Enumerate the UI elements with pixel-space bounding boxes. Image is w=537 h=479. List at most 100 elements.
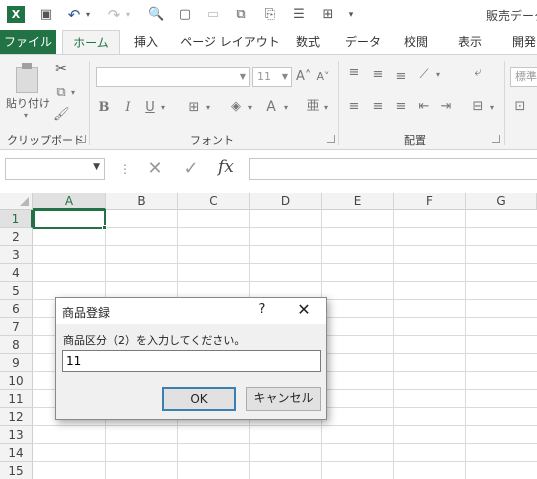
formula-bar-grip-icon[interactable]: ⋮: [119, 162, 131, 176]
font-color-dropdown-icon[interactable]: ▾: [282, 100, 290, 116]
fill-color-dropdown-icon[interactable]: ▾: [246, 100, 254, 116]
row-header-4[interactable]: 4: [0, 264, 33, 282]
column-header-a[interactable]: A: [33, 193, 106, 210]
font-launcher-icon[interactable]: [327, 135, 335, 143]
copy-icon[interactable]: ⧉: [53, 85, 69, 101]
currency-format-icon[interactable]: ⊡: [512, 99, 528, 115]
column-header-f[interactable]: F: [394, 193, 466, 210]
column-header-d[interactable]: D: [250, 193, 322, 210]
cancel-button[interactable]: キャンセル: [246, 387, 321, 411]
group-divider: [338, 61, 339, 145]
confirm-entry-icon[interactable]: ✓: [180, 158, 202, 180]
active-cell-a1[interactable]: [33, 209, 106, 229]
decrease-indent-icon[interactable]: ⇤: [416, 99, 432, 115]
row-header-5[interactable]: 5: [0, 282, 33, 300]
help-icon[interactable]: ?: [252, 302, 272, 317]
paste-special-icon[interactable]: ⎘: [262, 7, 278, 23]
list-icon[interactable]: ☰: [291, 7, 307, 23]
tab-view[interactable]: 表示: [450, 30, 490, 54]
font-size-combo[interactable]: 11 ▼: [252, 67, 292, 87]
tab-developer[interactable]: 開発: [504, 30, 537, 54]
copy-dropdown-icon[interactable]: ▾: [69, 85, 77, 101]
text-orientation-icon[interactable]: ⟋: [416, 67, 432, 83]
increase-indent-icon[interactable]: ⇥: [438, 99, 454, 115]
ok-button[interactable]: OK: [162, 387, 236, 411]
alignment-launcher-icon[interactable]: [492, 135, 500, 143]
column-header-b[interactable]: B: [106, 193, 178, 210]
cut-icon[interactable]: ✂: [53, 61, 69, 77]
bold-button[interactable]: B: [98, 100, 110, 116]
insert-function-icon[interactable]: fx: [218, 157, 234, 177]
cancel-entry-icon[interactable]: ✕: [144, 158, 166, 180]
align-bottom-icon[interactable]: ≡: [393, 69, 409, 85]
tab-review[interactable]: 校閲: [396, 30, 436, 54]
column-header-g[interactable]: G: [466, 193, 537, 210]
phonetic-dropdown-icon[interactable]: ▾: [322, 100, 330, 116]
merge-center-icon[interactable]: ⊟: [470, 99, 486, 115]
paste-button[interactable]: [12, 63, 42, 93]
paste-dropdown-icon[interactable]: ▾: [24, 108, 28, 124]
row-header-12[interactable]: 12: [0, 408, 33, 426]
tab-home[interactable]: ホーム: [62, 30, 120, 55]
number-format-combo[interactable]: 標準: [510, 67, 537, 87]
undo-dropdown-icon[interactable]: ▾: [84, 7, 92, 23]
row-header-10[interactable]: 10: [0, 372, 33, 390]
row-header-13[interactable]: 13: [0, 426, 33, 444]
underline-dropdown-icon[interactable]: ▾: [159, 100, 167, 116]
increase-font-size-icon[interactable]: A˄: [296, 69, 311, 85]
orientation-dropdown-icon[interactable]: ▾: [434, 67, 442, 83]
decrease-font-size-icon[interactable]: A˅: [316, 69, 330, 85]
save-icon[interactable]: ▣: [38, 7, 54, 23]
row-header-11[interactable]: 11: [0, 390, 33, 408]
redo-dropdown-icon[interactable]: ▾: [124, 7, 132, 23]
row-header-8[interactable]: 8: [0, 336, 33, 354]
customize-toolbar-icon[interactable]: ▾: [346, 7, 356, 23]
borders-dropdown-icon[interactable]: ▾: [204, 100, 212, 116]
sheet-icon[interactable]: ⊞: [320, 7, 336, 23]
merge-dropdown-icon[interactable]: ▾: [488, 100, 496, 116]
tab-data[interactable]: データ: [340, 30, 386, 54]
group-divider: [89, 61, 90, 145]
italic-button[interactable]: I: [122, 100, 134, 116]
tab-insert[interactable]: 挿入: [126, 30, 166, 54]
wrap-text-icon[interactable]: ⤶: [470, 65, 486, 81]
column-header-e[interactable]: E: [322, 193, 394, 210]
row-header-3[interactable]: 3: [0, 246, 33, 264]
phonetic-guide-icon[interactable]: 亜: [306, 99, 320, 115]
fill-color-icon[interactable]: ◈: [228, 99, 244, 115]
select-all-corner[interactable]: [0, 193, 33, 210]
font-color-icon[interactable]: A: [264, 99, 278, 115]
row-header-7[interactable]: 7: [0, 318, 33, 336]
tab-formulas[interactable]: 数式: [288, 30, 328, 54]
fill-handle[interactable]: [102, 225, 107, 230]
format-painter-icon[interactable]: 🖌: [53, 107, 70, 123]
underline-button[interactable]: U: [144, 100, 156, 116]
dialog-input-field[interactable]: [62, 350, 321, 372]
copy-format-icon[interactable]: ⧉: [233, 7, 249, 23]
row-header-1[interactable]: 1: [0, 210, 33, 228]
open-file-icon[interactable]: ▭: [205, 7, 221, 23]
font-name-combo[interactable]: ▼: [96, 67, 250, 87]
align-left-icon[interactable]: ≡: [346, 99, 362, 115]
row-header-15[interactable]: 15: [0, 462, 33, 479]
row-header-6[interactable]: 6: [0, 300, 33, 318]
row-header-9[interactable]: 9: [0, 354, 33, 372]
row-header-2[interactable]: 2: [0, 228, 33, 246]
align-right-icon[interactable]: ≡: [393, 99, 409, 115]
align-middle-icon[interactable]: ≡: [370, 67, 386, 83]
redo-icon[interactable]: ↷: [106, 7, 122, 23]
align-center-icon[interactable]: ≡: [370, 99, 386, 115]
formula-input[interactable]: [249, 158, 537, 180]
tab-file[interactable]: ファイル: [0, 30, 56, 54]
close-icon[interactable]: ✕: [294, 300, 314, 319]
name-box[interactable]: ▼: [5, 158, 105, 180]
borders-icon[interactable]: ⊞: [186, 100, 202, 116]
align-top-icon[interactable]: ≡: [346, 65, 362, 81]
clipboard-launcher-icon[interactable]: [78, 135, 86, 143]
new-file-icon[interactable]: ▢: [177, 7, 193, 23]
column-header-c[interactable]: C: [178, 193, 250, 210]
row-header-14[interactable]: 14: [0, 444, 33, 462]
tab-page-layout[interactable]: ページ レイアウト: [180, 30, 280, 54]
print-preview-icon[interactable]: 🔍: [148, 7, 164, 23]
undo-icon[interactable]: ↶: [66, 7, 82, 23]
